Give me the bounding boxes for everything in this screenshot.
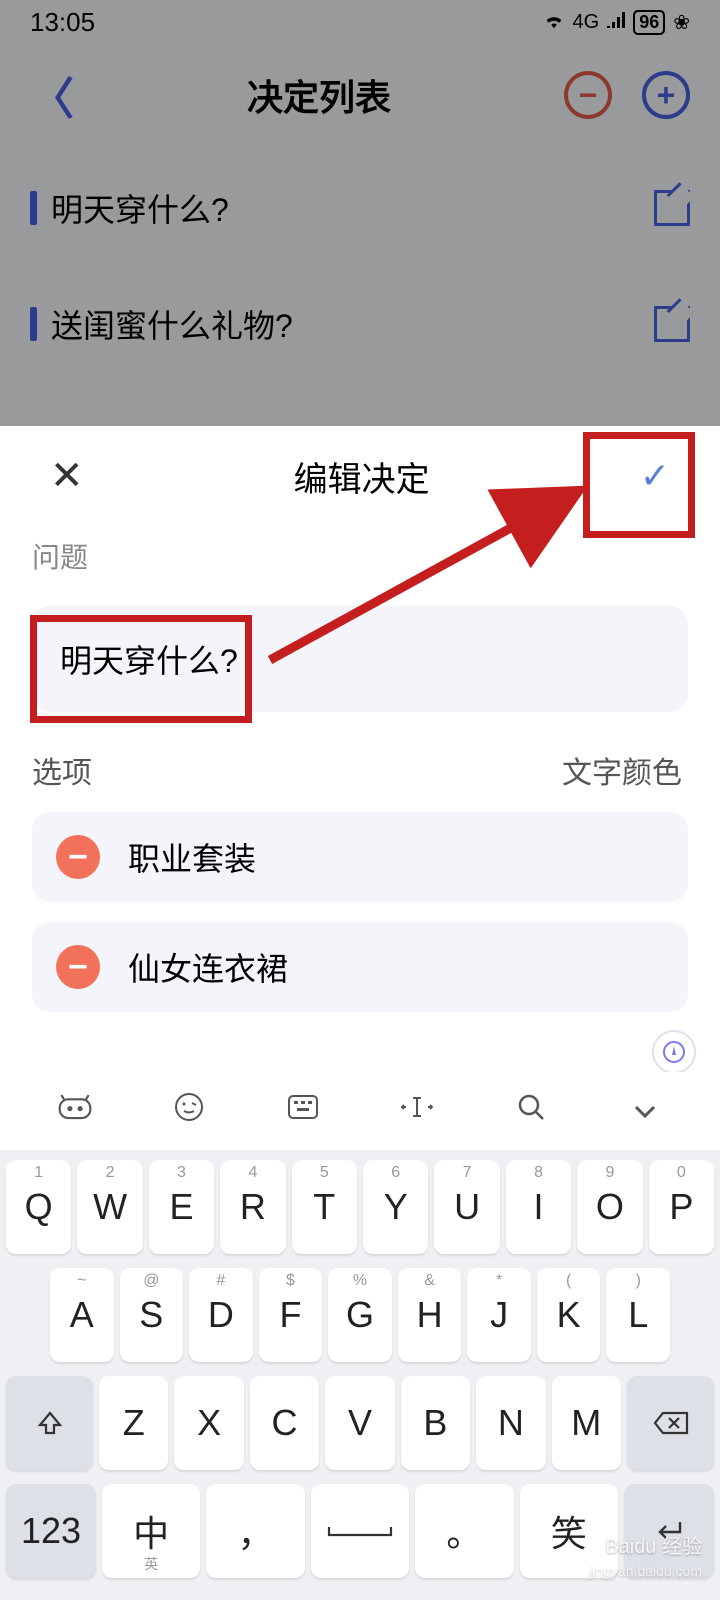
key-q[interactable]: 1Q xyxy=(6,1160,71,1254)
list-item-text: 明天穿什么? xyxy=(51,185,229,231)
options-label: 选项 xyxy=(32,748,92,792)
sheet-title: 编辑决定 xyxy=(294,452,430,501)
key-l[interactable]: )L xyxy=(606,1268,670,1362)
key-w[interactable]: 2W xyxy=(77,1160,142,1254)
assistant-icon[interactable] xyxy=(652,1030,696,1074)
comma-key[interactable]: ， xyxy=(206,1484,304,1578)
back-button[interactable]: 〈 xyxy=(30,63,74,127)
network-label: 4G xyxy=(573,11,600,34)
status-bar: 13:05 4G 96 ❀ xyxy=(0,0,720,45)
list-item[interactable]: 明天穿什么? xyxy=(30,185,690,231)
keyboard-row-1: 1Q2W3E4R5T6Y7U8I9O0P xyxy=(6,1160,714,1254)
delete-option-icon[interactable]: − xyxy=(56,945,100,989)
key-x[interactable]: X xyxy=(174,1376,243,1470)
key-r[interactable]: 4R xyxy=(220,1160,285,1254)
accent-bar xyxy=(30,307,37,341)
key-k[interactable]: (K xyxy=(537,1268,601,1362)
wifi-icon xyxy=(543,11,565,35)
key-f[interactable]: $F xyxy=(259,1268,323,1362)
backspace-key[interactable] xyxy=(627,1376,714,1470)
key-t[interactable]: 5T xyxy=(292,1160,357,1254)
lang-main: 中 xyxy=(133,1505,169,1557)
keyboard-layout-icon[interactable] xyxy=(271,1094,335,1128)
key-s[interactable]: @S xyxy=(120,1268,184,1362)
language-key[interactable]: 中 英 xyxy=(102,1484,200,1578)
space-key[interactable] xyxy=(311,1484,409,1578)
list-item[interactable]: 送闺蜜什么礼物? xyxy=(30,301,690,347)
edit-icon[interactable] xyxy=(654,190,690,226)
key-z[interactable]: Z xyxy=(99,1376,168,1470)
background-page: 13:05 4G 96 ❀ 〈 决定列表 − + 明天穿什么? xyxy=(0,0,720,426)
cursor-icon[interactable] xyxy=(385,1094,449,1128)
option-text: 仙女连衣裙 xyxy=(128,944,288,990)
collapse-keyboard-icon[interactable] xyxy=(613,1094,677,1128)
key-e[interactable]: 3E xyxy=(149,1160,214,1254)
nav-bar: 〈 决定列表 − + xyxy=(0,45,720,145)
key-n[interactable]: N xyxy=(476,1376,545,1470)
close-button[interactable]: ✕ xyxy=(50,453,84,499)
watermark-brand: Baidu 经验 xyxy=(605,1536,702,1558)
question-input[interactable]: 明天穿什么? xyxy=(32,606,688,712)
accent-bar xyxy=(30,191,37,225)
numeric-key[interactable]: 123 xyxy=(6,1484,96,1578)
lang-sub: 英 xyxy=(144,1554,158,1574)
signal-icon xyxy=(607,11,625,34)
status-time: 13:05 xyxy=(30,7,95,38)
status-right: 4G 96 ❀ xyxy=(543,10,690,35)
key-j[interactable]: *J xyxy=(467,1268,531,1362)
remove-button[interactable]: − xyxy=(564,71,612,119)
period-key[interactable]: 。 xyxy=(415,1484,513,1578)
key-h[interactable]: &H xyxy=(398,1268,462,1362)
key-m[interactable]: M xyxy=(552,1376,621,1470)
battery-level: 96 xyxy=(633,10,665,35)
key-d[interactable]: #D xyxy=(189,1268,253,1362)
key-p[interactable]: 0P xyxy=(649,1160,714,1254)
list-item-text: 送闺蜜什么礼物? xyxy=(51,301,293,347)
baidu-icon[interactable] xyxy=(43,1093,107,1129)
edit-icon[interactable] xyxy=(654,306,690,342)
sheet-header: ✕ 编辑决定 ✓ xyxy=(0,426,720,526)
key-v[interactable]: V xyxy=(325,1376,394,1470)
key-i[interactable]: 8I xyxy=(506,1160,571,1254)
page-title: 决定列表 xyxy=(247,69,391,121)
key-o[interactable]: 9O xyxy=(577,1160,642,1254)
key-a[interactable]: ~A xyxy=(50,1268,114,1362)
option-item[interactable]: − 职业套装 xyxy=(32,812,688,902)
shift-key[interactable] xyxy=(6,1376,93,1470)
search-icon[interactable] xyxy=(499,1092,563,1130)
keyboard-rows: 1Q2W3E4R5T6Y7U8I9O0P ~A@S#D$F%G&H*J(K)L … xyxy=(0,1150,720,1578)
key-y[interactable]: 6Y xyxy=(363,1160,428,1254)
option-item[interactable]: − 仙女连衣裙 xyxy=(32,922,688,1012)
delete-option-icon[interactable]: − xyxy=(56,835,100,879)
keyboard: 1Q2W3E4R5T6Y7U8I9O0P ~A@S#D$F%G&H*J(K)L … xyxy=(0,1072,720,1600)
keyboard-toolbar xyxy=(0,1072,720,1150)
decision-list: 明天穿什么? 送闺蜜什么礼物? xyxy=(0,145,720,347)
watermark: Baidu 经验 jingyan.baidu.com xyxy=(589,1530,702,1582)
emoji-icon[interactable] xyxy=(157,1092,221,1130)
keyboard-row-3: ZXCVBNM xyxy=(6,1376,714,1470)
watermark-url: jingyan.baidu.com xyxy=(589,1563,702,1579)
key-c[interactable]: C xyxy=(250,1376,319,1470)
add-button[interactable]: + xyxy=(642,71,690,119)
key-u[interactable]: 7U xyxy=(434,1160,499,1254)
leaf-icon: ❀ xyxy=(673,10,690,35)
key-g[interactable]: %G xyxy=(328,1268,392,1362)
question-label: 问题 xyxy=(0,526,720,586)
option-text: 职业套装 xyxy=(128,834,256,880)
key-b[interactable]: B xyxy=(401,1376,470,1470)
confirm-button[interactable]: ✓ xyxy=(640,455,670,497)
keyboard-row-2: ~A@S#D$F%G&H*J(K)L xyxy=(6,1268,714,1362)
text-color-label[interactable]: 文字颜色 xyxy=(562,748,682,792)
